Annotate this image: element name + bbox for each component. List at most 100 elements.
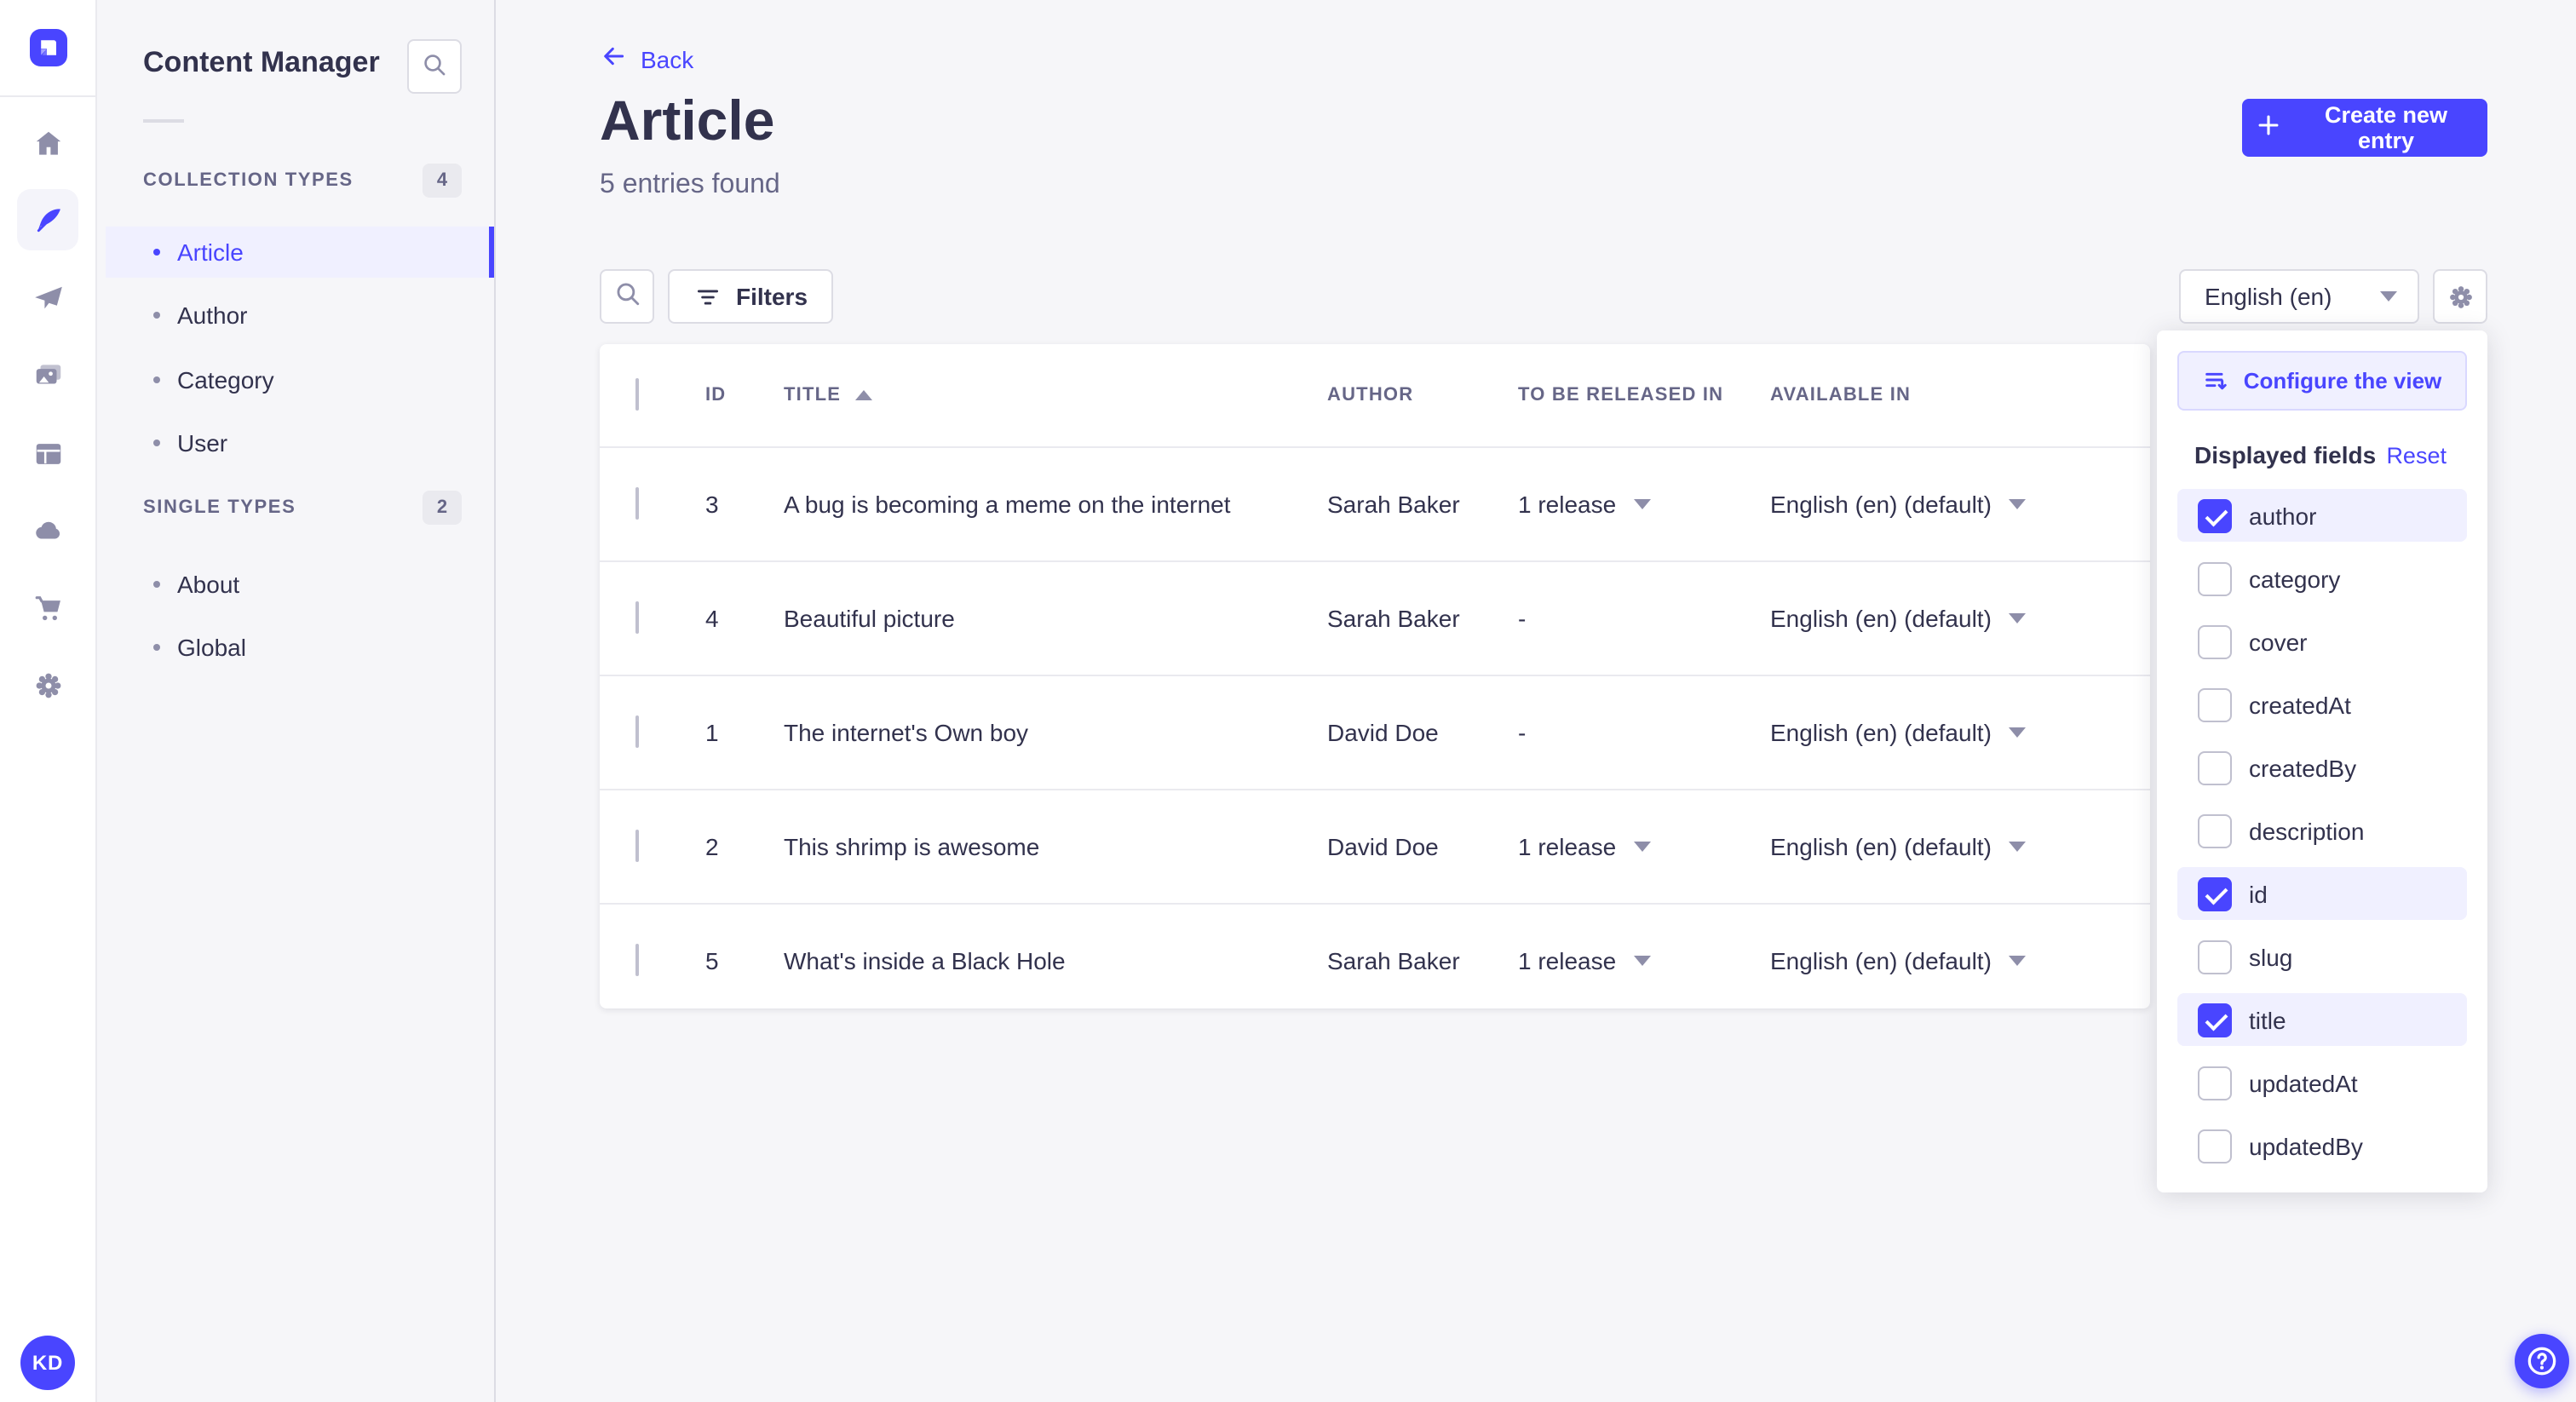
cell-title: This shrimp is awesome [784, 833, 1040, 860]
table-search-button[interactable] [600, 269, 654, 324]
cell-to-be-released-in[interactable]: 1 release [1518, 833, 1770, 860]
field-checkbox[interactable] [2198, 876, 2232, 911]
displayed-fields-title: Displayed fields [2194, 441, 2377, 468]
field-checkbox[interactable] [2198, 498, 2232, 532]
field-toggle-description[interactable]: description [2177, 804, 2467, 857]
cell-available-in[interactable]: English (en) (default) [1770, 491, 2150, 518]
sidebar-item-label: About [177, 571, 240, 598]
field-toggle-id[interactable]: id [2177, 867, 2467, 920]
field-checkbox[interactable] [2198, 624, 2232, 658]
field-toggle-category[interactable]: category [2177, 552, 2467, 605]
column-header-author[interactable]: AUTHOR [1327, 385, 1518, 405]
cell-title: Beautiful picture [784, 605, 955, 632]
field-checkbox[interactable] [2198, 750, 2232, 784]
field-label: category [2249, 565, 2341, 592]
cell-available-in[interactable]: English (en) (default) [1770, 947, 2150, 974]
content-manager-feather-icon[interactable] [17, 189, 78, 250]
chevron-down-icon [1633, 956, 1651, 966]
row-checkbox[interactable] [635, 715, 639, 748]
subnav-search-button[interactable] [407, 39, 462, 94]
table-row[interactable]: 5 What's inside a Black Hole Sarah Baker… [600, 903, 2150, 1017]
back-link[interactable]: Back [600, 43, 693, 75]
paper-plane-icon[interactable] [17, 267, 78, 329]
cell-author: David Doe [1327, 719, 1439, 746]
sidebar-item-global[interactable]: Global [106, 622, 494, 673]
table-row[interactable]: 2 This shrimp is awesome David Doe 1 rel… [600, 789, 2150, 903]
column-header-to-be-released-in[interactable]: TO BE RELEASED IN [1518, 385, 1770, 405]
chevron-down-icon [1633, 499, 1651, 509]
home-icon[interactable] [17, 112, 78, 174]
reset-link[interactable]: Reset [2386, 442, 2447, 468]
cell-available-in[interactable]: English (en) (default) [1770, 719, 2150, 746]
column-header-id[interactable]: ID [705, 385, 784, 405]
sidebar-item-user[interactable]: User [106, 417, 494, 468]
settings-gear-icon[interactable] [17, 654, 78, 715]
sidebar-item-author[interactable]: Author [106, 290, 494, 341]
cell-id: 5 [705, 947, 719, 974]
cell-to-be-released-in: - [1518, 719, 1527, 746]
user-avatar[interactable]: KD [20, 1336, 75, 1390]
row-checkbox[interactable] [635, 487, 639, 520]
displayed-fields-list: author category cover createdAt createdB… [2177, 489, 2467, 1172]
row-checkbox[interactable] [635, 601, 639, 634]
field-toggle-createdBy[interactable]: createdBy [2177, 741, 2467, 794]
field-toggle-author[interactable]: author [2177, 489, 2467, 542]
field-toggle-updatedBy[interactable]: updatedBy [2177, 1119, 2467, 1172]
configure-the-view-button[interactable]: Configure the view [2177, 351, 2467, 411]
question-mark-icon [2523, 1342, 2561, 1380]
field-checkbox[interactable] [2198, 1066, 2232, 1100]
marketplace-cart-icon[interactable] [17, 577, 78, 639]
cell-available-in[interactable]: English (en) (default) [1770, 605, 2150, 632]
cell-author: David Doe [1327, 833, 1439, 860]
sidebar-item-about[interactable]: About [106, 559, 494, 610]
table-row[interactable]: 3 A bug is becoming a meme on the intern… [600, 446, 2150, 560]
sidebar-item-category[interactable]: Category [106, 354, 494, 405]
subnav-divider [143, 119, 184, 123]
create-button-label: Create new entry [2324, 102, 2448, 153]
cell-id: 2 [705, 833, 719, 860]
field-checkbox[interactable] [2198, 813, 2232, 848]
cell-to-be-released-in[interactable]: 1 release [1518, 947, 1770, 974]
rail-divider [0, 95, 95, 97]
table-row[interactable]: 4 Beautiful picture Sarah Baker - Englis… [600, 560, 2150, 675]
layout-builder-icon[interactable] [17, 422, 78, 484]
field-toggle-createdAt[interactable]: createdAt [2177, 678, 2467, 731]
table-row[interactable]: 1 The internet's Own boy David Doe - Eng… [600, 675, 2150, 789]
bullet-icon [153, 376, 160, 383]
media-library-icon[interactable] [17, 344, 78, 405]
view-settings-gear-button[interactable] [2433, 269, 2487, 324]
view-settings-popover: Configure the view Displayed fields Rese… [2157, 330, 2487, 1192]
chevron-down-icon [2008, 727, 2026, 738]
field-toggle-title[interactable]: title [2177, 993, 2467, 1046]
cell-to-be-released-in[interactable]: 1 release [1518, 491, 1770, 518]
row-checkbox[interactable] [635, 944, 639, 976]
sidebar-item-article[interactable]: Article [106, 227, 494, 278]
strapi-logo-icon[interactable] [29, 29, 68, 66]
field-checkbox[interactable] [2198, 1003, 2232, 1037]
locale-select[interactable]: English (en) [2179, 269, 2419, 324]
list-settings-icon [2203, 367, 2230, 394]
cloud-icon[interactable] [17, 499, 78, 560]
cell-available-in[interactable]: English (en) (default) [1770, 833, 2150, 860]
field-label: createdBy [2249, 754, 2357, 781]
select-all-checkbox[interactable] [635, 378, 639, 411]
row-checkbox[interactable] [635, 830, 639, 862]
column-header-available-in[interactable]: AVAILABLE IN [1770, 385, 2150, 405]
field-toggle-cover[interactable]: cover [2177, 615, 2467, 668]
search-icon [612, 279, 641, 313]
cell-id: 4 [705, 605, 719, 632]
field-checkbox[interactable] [2198, 1129, 2232, 1163]
field-toggle-updatedAt[interactable]: updatedAt [2177, 1056, 2467, 1109]
field-checkbox[interactable] [2198, 939, 2232, 974]
field-checkbox[interactable] [2198, 687, 2232, 721]
sort-by-title-button[interactable]: TITLE [784, 385, 872, 405]
cell-title: The internet's Own boy [784, 719, 1029, 746]
field-checkbox[interactable] [2198, 561, 2232, 595]
help-button[interactable] [2515, 1334, 2569, 1388]
filters-button[interactable]: Filters [668, 269, 834, 324]
cell-id: 1 [705, 719, 719, 746]
collection-types-header: COLLECTION TYPES 4 [143, 162, 462, 198]
create-new-entry-button[interactable]: Create new entry [2242, 99, 2487, 157]
field-toggle-slug[interactable]: slug [2177, 930, 2467, 983]
section-count-badge: 2 [423, 490, 462, 524]
